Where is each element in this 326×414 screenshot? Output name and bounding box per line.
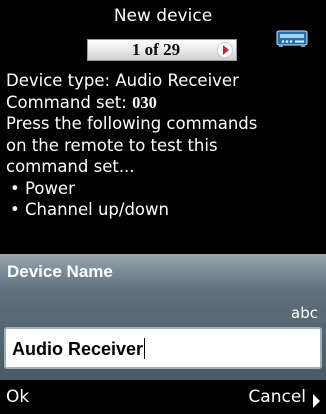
bullet-label: Power xyxy=(24,178,75,198)
device-name-input[interactable]: Audio Receiver xyxy=(4,327,322,369)
bullet-label: Channel up/down xyxy=(24,200,169,219)
text-caret xyxy=(144,338,146,359)
device-info: Device type: Audio Receiver Command set:… xyxy=(6,70,322,221)
command-set-label: Command set: xyxy=(6,92,133,112)
audio-receiver-icon xyxy=(276,23,308,53)
device-name-header: Device Name xyxy=(0,254,326,288)
input-mode-indicator: abc xyxy=(291,304,318,322)
command-set-value: 030 xyxy=(132,92,157,112)
device-name-value: Audio Receiver xyxy=(12,338,146,359)
bullet-item-channel: • Channel up/down xyxy=(10,200,169,219)
menu-arrow-icon xyxy=(313,394,320,408)
softkey-bar: Ok Cancel xyxy=(0,380,326,414)
chevron-right-icon[interactable] xyxy=(218,43,232,57)
bullet-item-power: • Power xyxy=(10,178,75,198)
device-name-title: Device Name xyxy=(7,262,113,281)
cancel-softkey[interactable]: Cancel xyxy=(248,387,306,407)
instructions-line-2: on the remote to test this xyxy=(6,135,218,155)
screen: New device 1 of 29 Device type: Audio Re… xyxy=(0,0,326,414)
instructions-line-1: Press the following commands xyxy=(6,114,258,133)
counter-label: 1 of 29 xyxy=(131,40,181,59)
ok-softkey[interactable]: Ok xyxy=(6,387,29,407)
device-type-text: Device type: Audio Receiver xyxy=(6,71,239,90)
command-set-row: Command set: 030 xyxy=(6,92,322,114)
device-counter[interactable]: 1 of 29 xyxy=(87,39,237,61)
instructions-line-3: command set... xyxy=(6,157,135,176)
